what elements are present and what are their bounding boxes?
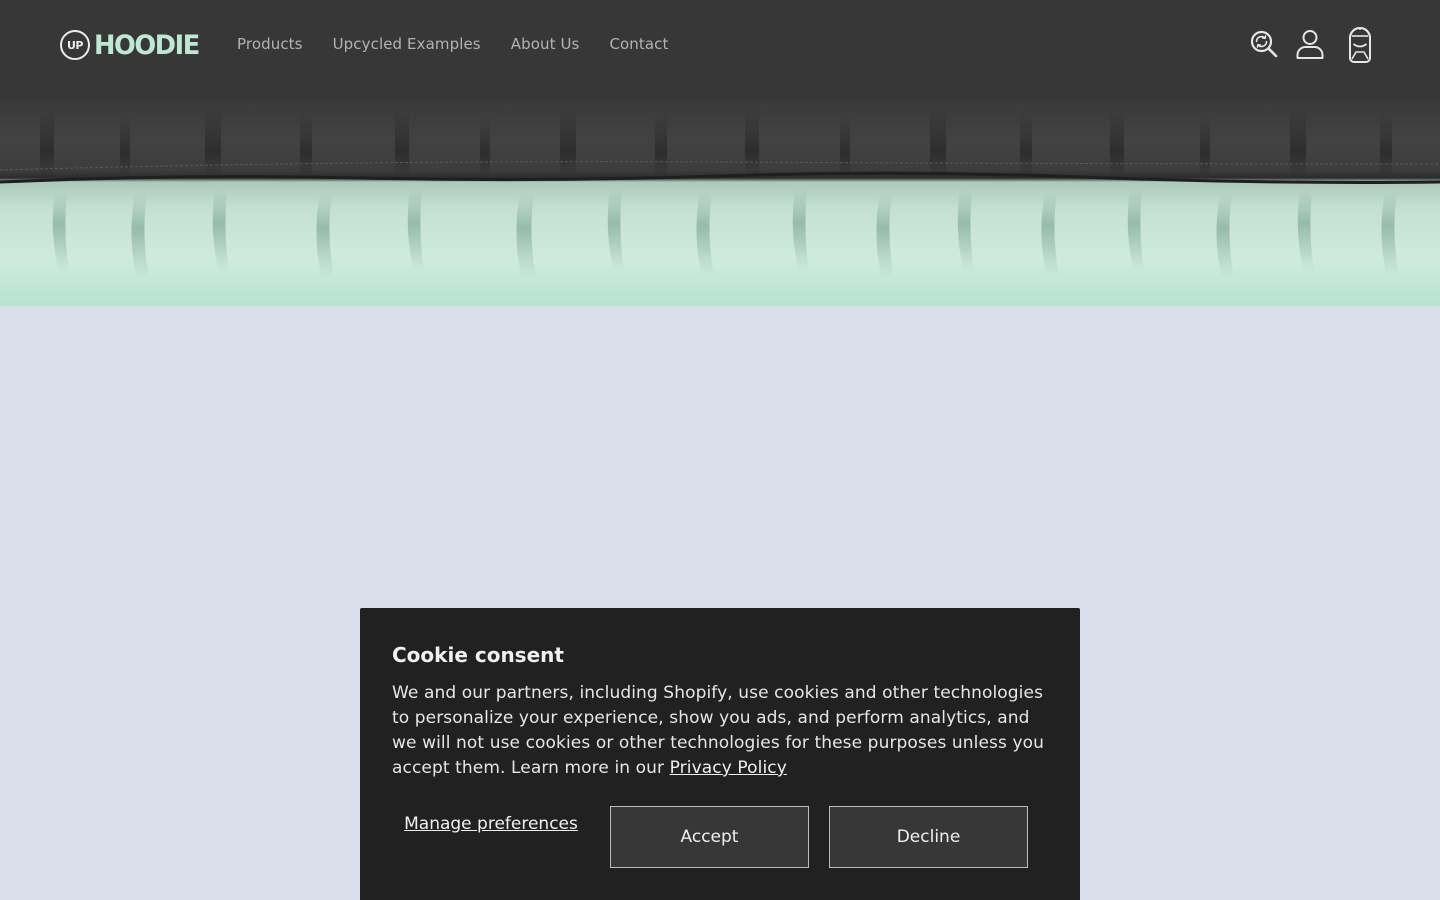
manage-preferences-button[interactable]: Manage preferences xyxy=(392,813,590,835)
decline-button[interactable]: Decline xyxy=(829,806,1028,868)
privacy-policy-link[interactable]: Privacy Policy xyxy=(670,758,787,778)
hero-banner xyxy=(0,100,1440,306)
nav-products[interactable]: Products xyxy=(222,30,318,58)
accept-button[interactable]: Accept xyxy=(610,806,809,868)
account-button[interactable] xyxy=(1294,24,1326,64)
page: UP HOODIE Products Upcycled Examples Abo… xyxy=(0,0,1440,900)
nav-upcycled-examples[interactable]: Upcycled Examples xyxy=(318,30,496,58)
cart-icon xyxy=(1349,27,1371,63)
header-icons xyxy=(1248,24,1380,64)
nav-about-us[interactable]: About Us xyxy=(496,30,595,58)
cookie-consent-actions: Manage preferences Accept Decline xyxy=(392,806,1048,868)
cookie-consent-title: Cookie consent xyxy=(392,643,564,667)
cookie-consent-dialog: Cookie consent We and our partners, incl… xyxy=(360,608,1080,900)
hero-fabric-image xyxy=(0,108,1440,278)
search-button[interactable] xyxy=(1248,24,1280,64)
account-icon xyxy=(1296,30,1324,59)
logo-badge: UP xyxy=(60,30,90,60)
dark-fabric-folds xyxy=(40,108,1392,178)
site-header: UP HOODIE Products Upcycled Examples Abo… xyxy=(0,0,1440,100)
nav-contact[interactable]: Contact xyxy=(594,30,683,58)
logo-wordmark: HOODIE xyxy=(94,29,200,61)
mint-fabric-folds xyxy=(52,190,1399,278)
search-icon xyxy=(1250,30,1278,58)
cookie-consent-text: We and our partners, including Shopify, … xyxy=(392,681,1048,781)
logo-link[interactable]: UP HOODIE xyxy=(60,28,204,62)
main-nav: Products Upcycled Examples About Us Cont… xyxy=(222,30,684,58)
cart-button[interactable] xyxy=(1340,24,1380,64)
